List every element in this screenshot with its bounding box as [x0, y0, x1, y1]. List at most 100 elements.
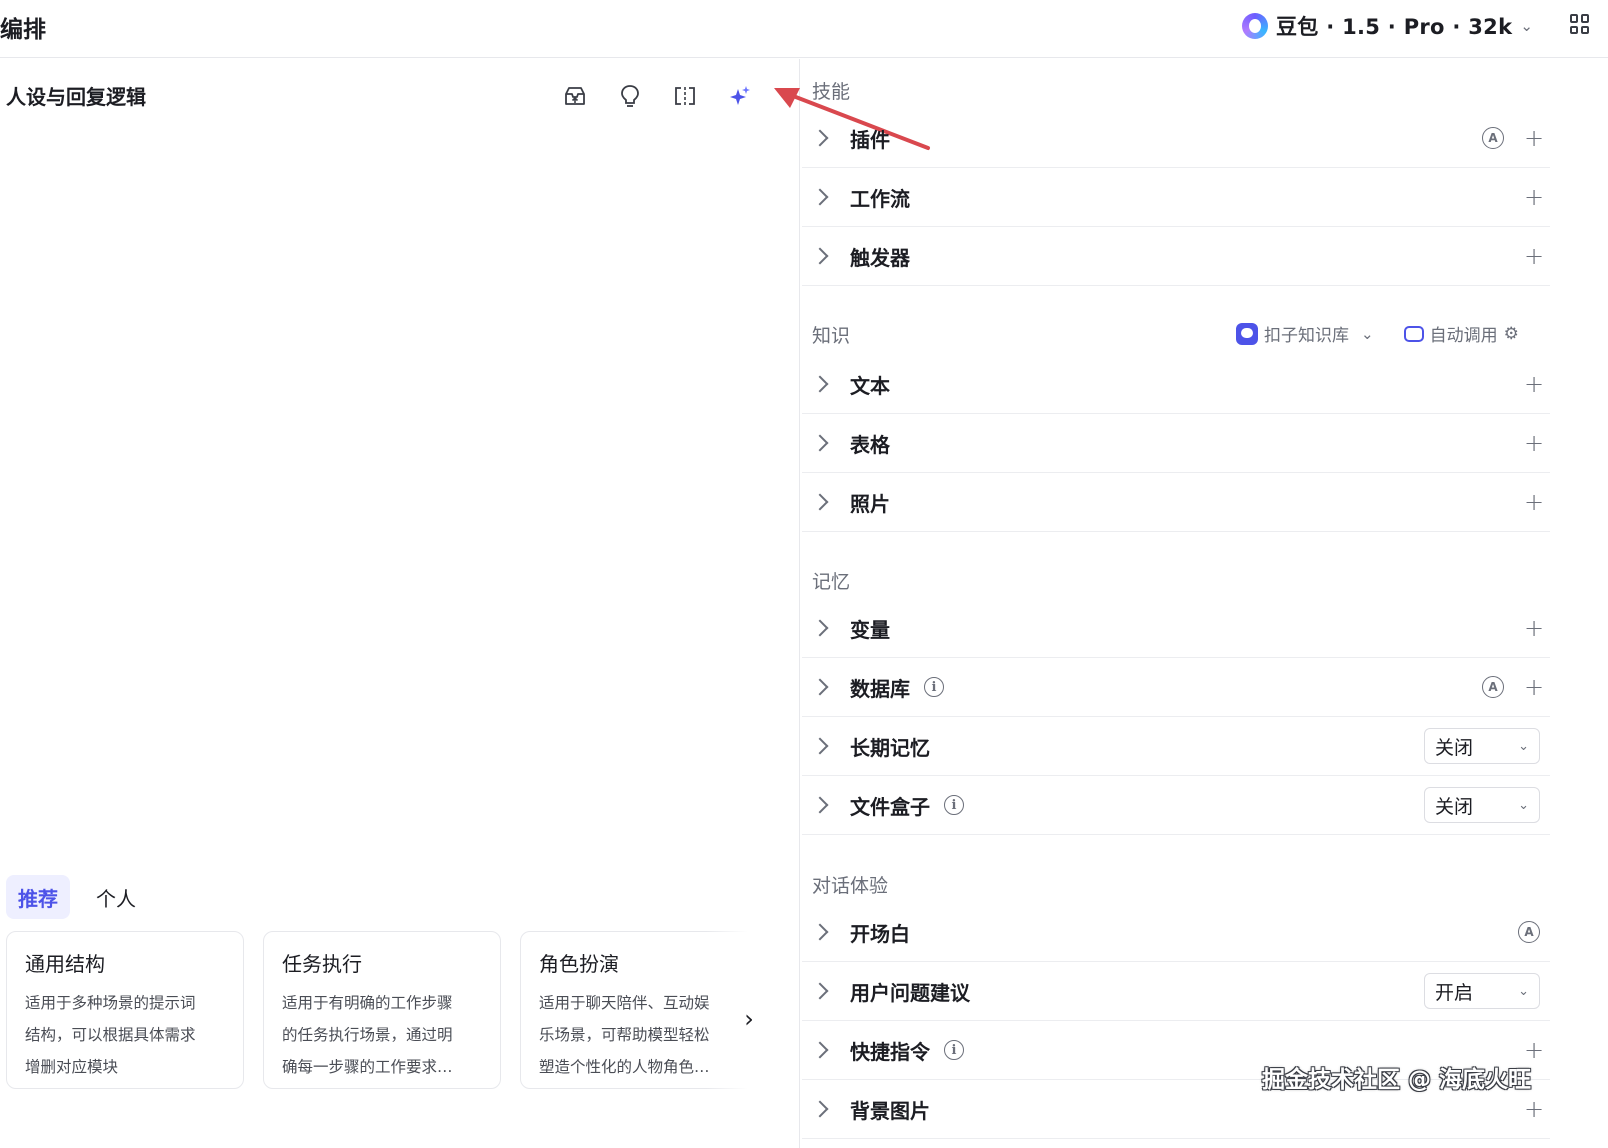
row-trigger[interactable]: 触发器 +: [802, 227, 1550, 286]
kb-source-label: 扣子知识库: [1264, 326, 1349, 346]
add-plus-icon[interactable]: +: [1524, 124, 1544, 152]
row-label: 工作流: [850, 186, 910, 211]
compare-icon[interactable]: [670, 81, 700, 111]
add-plus-icon[interactable]: +: [1524, 488, 1544, 516]
chevron-down-icon: ⌄: [1518, 738, 1529, 754]
row-photo[interactable]: 照片 +: [802, 473, 1550, 532]
card-line: 的任务执行场景，通过明: [282, 1026, 453, 1044]
row-label: 开场白: [850, 921, 910, 946]
row-workflow[interactable]: 工作流 +: [802, 168, 1550, 227]
chevron-right-icon: [811, 247, 829, 265]
row-label: 用户问题建议: [850, 980, 970, 1005]
chevron-right-icon: [811, 434, 829, 452]
invoke-mode-selector[interactable]: 自动调用 ⚙: [1403, 321, 1519, 346]
model-selector[interactable]: 豆包 · 1.5 · Pro · 32k ⌄: [1242, 8, 1533, 44]
chevron-down-icon: ⌄: [1361, 324, 1374, 343]
doubao-logo-icon: [1242, 13, 1268, 39]
cards-next-arrow-icon[interactable]: ›: [736, 999, 762, 1039]
section-title-dialog: 对话体验: [812, 875, 889, 897]
chevron-right-icon: [811, 923, 829, 941]
select-value: 关闭: [1435, 795, 1474, 818]
gear-icon[interactable]: ⚙: [1504, 324, 1519, 344]
chevron-right-icon: [811, 678, 829, 696]
add-plus-icon[interactable]: +: [1524, 673, 1544, 701]
chevron-right-icon: [811, 982, 829, 1000]
row-long-term-memory[interactable]: 长期记忆 关闭 ⌄: [802, 717, 1550, 776]
row-label: 数据库: [850, 676, 910, 701]
row-label: 触发器: [850, 245, 910, 270]
add-plus-icon[interactable]: +: [1524, 429, 1544, 457]
section-title-knowledge: 知识: [812, 325, 851, 347]
row-label: 表格: [850, 432, 890, 457]
knowledge-controls: 扣子知识库 ⌄ 自动调用 ⚙: [1236, 321, 1519, 346]
bot-icon: [1403, 325, 1424, 342]
template-cards: 通用结构 适用于多种场景的提示词 结构，可以根据具体需求 增删对应模块 任务执行…: [6, 931, 766, 1091]
chevron-down-icon: ⌄: [1520, 17, 1533, 35]
row-label: 文件盒子: [850, 794, 930, 819]
section-title-skills: 技能: [812, 81, 851, 103]
row-label: 背景图片: [850, 1098, 930, 1123]
select-value: 关闭: [1435, 736, 1474, 759]
auto-a-icon[interactable]: A: [1482, 127, 1504, 149]
add-plus-icon[interactable]: +: [1524, 614, 1544, 642]
info-icon[interactable]: i: [944, 795, 964, 815]
info-icon[interactable]: i: [944, 1040, 964, 1060]
auto-a-icon[interactable]: A: [1518, 921, 1540, 943]
card-line: 确每一步骤的工作要求…: [282, 1058, 453, 1076]
template-card-general[interactable]: 通用结构 适用于多种场景的提示词 结构，可以根据具体需求 增删对应模块: [6, 931, 244, 1089]
persona-panel: 人设与回复逻辑 推荐 个人 通用结构 适用于多种场景的提示词 结构，可以根据具体…: [0, 59, 800, 1148]
long-term-memory-select[interactable]: 关闭 ⌄: [1424, 728, 1540, 764]
card-title: 通用结构: [25, 952, 105, 976]
tab-recommended[interactable]: 推荐: [6, 875, 70, 919]
select-value: 开启: [1435, 981, 1474, 1004]
question-suggestions-select[interactable]: 开启 ⌄: [1424, 973, 1540, 1009]
add-plus-icon[interactable]: +: [1524, 370, 1544, 398]
card-title: 任务执行: [282, 952, 362, 976]
row-text[interactable]: 文本 +: [802, 355, 1550, 414]
chevron-right-icon: [811, 619, 829, 637]
row-variables[interactable]: 变量 +: [802, 599, 1550, 658]
grid-icon[interactable]: [1570, 14, 1590, 34]
chevron-right-icon: [811, 375, 829, 393]
template-icon[interactable]: [560, 81, 590, 111]
row-plugins[interactable]: 插件 A +: [802, 109, 1550, 168]
template-card-task[interactable]: 任务执行 适用于有明确的工作步骤 的任务执行场景，通过明 确每一步骤的工作要求…: [263, 931, 501, 1089]
row-label: 插件: [850, 127, 890, 152]
chevron-right-icon: [811, 737, 829, 755]
row-label: 照片: [850, 491, 890, 516]
row-opening-message[interactable]: 开场白 A: [802, 903, 1550, 962]
info-icon[interactable]: i: [924, 677, 944, 697]
row-file-box[interactable]: 文件盒子 i 关闭 ⌄: [802, 776, 1550, 835]
persona-title: 人设与回复逻辑: [6, 85, 146, 109]
chevron-right-icon: [811, 796, 829, 814]
file-box-select[interactable]: 关闭 ⌄: [1424, 787, 1540, 823]
chevron-right-icon: [811, 1100, 829, 1118]
prompt-template-tabs: 推荐 个人: [6, 875, 148, 919]
chevron-right-icon: [811, 1041, 829, 1059]
chevron-down-icon: ⌄: [1518, 983, 1529, 999]
card-line: 增删对应模块: [25, 1058, 119, 1076]
auto-a-icon[interactable]: A: [1482, 676, 1504, 698]
row-database[interactable]: 数据库 i A +: [802, 658, 1550, 717]
add-plus-icon[interactable]: +: [1524, 183, 1544, 211]
model-name: 豆包 · 1.5 · Pro · 32k: [1276, 15, 1513, 39]
row-label: 快捷指令: [850, 1039, 930, 1064]
coze-kb-icon: [1236, 322, 1258, 345]
tab-personal[interactable]: 个人: [84, 875, 148, 919]
add-plus-icon[interactable]: +: [1524, 242, 1544, 270]
card-line: 结构，可以根据具体需求: [25, 1026, 196, 1044]
chevron-right-icon: [811, 188, 829, 206]
ai-optimize-icon[interactable]: [725, 81, 755, 111]
lightbulb-icon[interactable]: [615, 81, 645, 111]
chevron-down-icon: ⌄: [1518, 797, 1529, 813]
row-table[interactable]: 表格 +: [802, 414, 1550, 473]
kb-source-selector[interactable]: 扣子知识库 ⌄: [1236, 321, 1374, 346]
page-title: 编排: [0, 17, 46, 43]
row-label: 长期记忆: [850, 735, 930, 760]
row-question-suggestions[interactable]: 用户问题建议 开启 ⌄: [802, 962, 1550, 1021]
row-label: 文本: [850, 373, 890, 398]
section-title-memory: 记忆: [812, 571, 851, 593]
chevron-right-icon: [811, 493, 829, 511]
add-plus-icon[interactable]: +: [1524, 1095, 1544, 1123]
invoke-mode-label: 自动调用: [1429, 326, 1498, 346]
